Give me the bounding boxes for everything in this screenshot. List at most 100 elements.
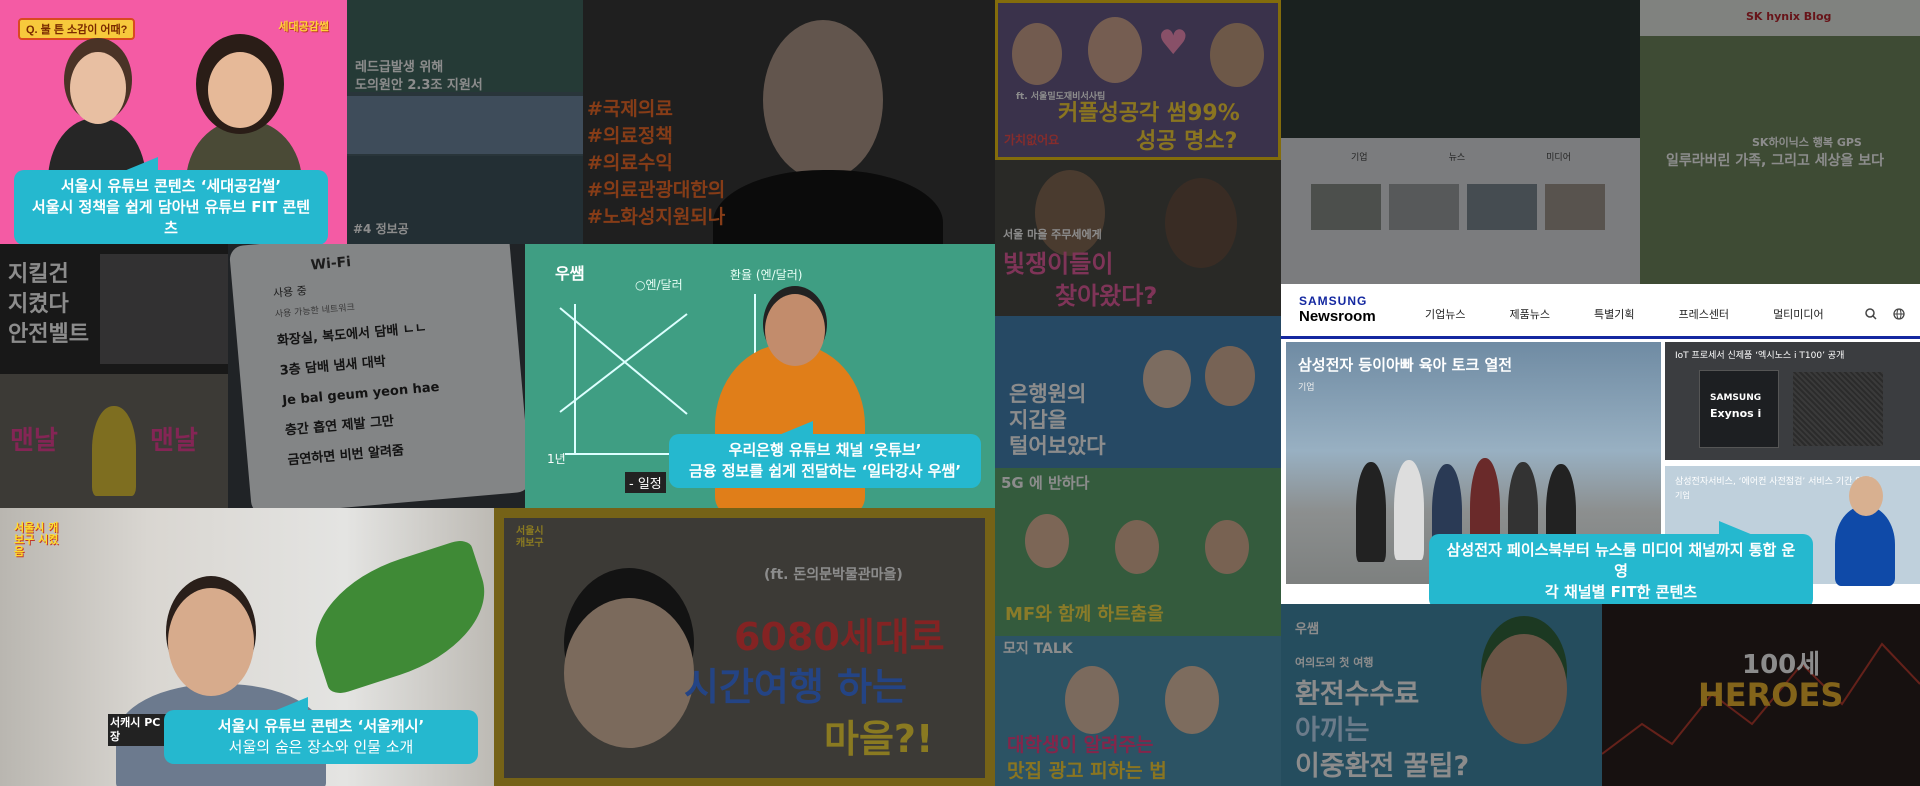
mozzi-line-2: 맛집 광고 피하는 법 <box>1007 760 1167 782</box>
nav-press-center[interactable]: 프레스센터 <box>1678 306 1729 322</box>
couple-person-3 <box>1210 23 1264 87</box>
sk-logo: SK hynix Blog <box>1746 10 1832 23</box>
banker-title-3: 털어보았다 <box>1009 434 1106 458</box>
fiveg-tile[interactable]: 5G 에 반하다 MF와 함께 하트춤을 <box>995 468 1281 636</box>
nav-features[interactable]: 특별기획 <box>1594 306 1634 322</box>
mozzi-tile[interactable]: 모지 TALK 대학생이 알려주는 맛집 광고 피하는 법 <box>995 636 1281 786</box>
site-card-4 <box>1545 184 1605 230</box>
timetravel-logo: 서울시 캐보구 <box>516 526 544 549</box>
technician-head <box>1849 476 1883 516</box>
callout-line-2: 서울의 숨은 장소와 인물 소개 <box>228 738 414 756</box>
guide-head <box>564 598 694 748</box>
nav-product-news[interactable]: 제품뉴스 <box>1509 306 1549 322</box>
hashtag-man-tile[interactable]: #국제의료 #의료정책 #의료수익 #의료관광대한의 #노화성지원되나 <box>583 0 995 244</box>
hashtag-3: #의료수익 <box>587 152 673 174</box>
woori-tile[interactable]: 우쌤 ○엔/달러 환율 (엔/달러) 1년 - 일정 우리은행 유튜브 채널 ‘… <box>525 244 995 508</box>
seoul-cache-tile[interactable]: 서울시 캐보구 시켰음 서캐시 PC 정장 서울시 유튜브 콘텐츠 ‘서울캐시’… <box>0 508 494 786</box>
callout-line-2: 각 채널별 FIT한 콘텐츠 <box>1544 583 1698 601</box>
heroes-tile[interactable]: 100세 HEROES <box>1602 604 1920 786</box>
exchange-line-2: 아끼는 <box>1295 715 1370 746</box>
woori-callout: 우리은행 유튜브 채널 ‘웃튜브’ 금융 정보를 쉽게 전달하는 ‘일타강사 우… <box>669 421 981 488</box>
callout-line-1: 서울시 유튜브 콘텐츠 ‘서울캐시’ <box>217 717 425 735</box>
exchange-tile[interactable]: 우쌤 여의도의 첫 여행 환전수수료 아끼는 이중환전 꿀팁? <box>1281 604 1602 786</box>
callout-line-2: 서울시 정책을 쉽게 담아낸 유튜브 FIT 콘텐츠 <box>31 198 311 237</box>
woori-subtitle: - 일정 <box>625 472 666 493</box>
hero-person-1 <box>1356 462 1386 562</box>
kid-caption-right: 맨날 <box>150 426 198 456</box>
hashtag-4: #의료관광대한의 <box>587 179 726 201</box>
couple-tile[interactable]: ♥ ft. 서울밀도재비서사팀 커플성공각 썸99% 성공 명소? 가치없어요 <box>995 0 1281 160</box>
hero-person-2 <box>1394 460 1424 560</box>
host-head <box>168 588 254 696</box>
seatbelt-tile[interactable]: 지킬건 지켰다 안전벨트 <box>0 244 228 374</box>
kid-caption-left: 맨날 <box>10 426 58 456</box>
news-collage-tile[interactable]: 레드급발생 위해 도의원안 2.3조 지원서 #4 정보공 <box>347 0 583 244</box>
busan-title-2: 찾아왔다? <box>1055 282 1158 310</box>
technician-figure <box>1835 506 1895 586</box>
couple-title-2: 성공 명소? <box>1136 129 1238 154</box>
timetravel-line-2: 시간여행 하는 <box>684 665 907 709</box>
side-article-1[interactable]: IoT 프로세서 신제품 ‘엑시노스 i T100’ 공개 SAMSUNG Ex… <box>1665 342 1920 460</box>
wifi-toggle-label: 사용 중 <box>272 284 308 301</box>
busan-person-2 <box>1165 178 1237 268</box>
running-kid-tile[interactable]: 맨날 맨날 <box>0 374 228 508</box>
exynos-chip <box>1793 372 1883 446</box>
heart-icon: ♥ <box>1158 23 1189 63</box>
banker-tile[interactable]: 은행원의 지갑을 털어보았다 <box>995 316 1281 468</box>
hashtag-2: #의료정책 <box>587 125 673 147</box>
globe-icon[interactable] <box>1893 308 1905 320</box>
samsung-newsroom-tile[interactable]: SAMSUNG Newsroom 기업뉴스 제품뉴스 특별기획 프레스센터 멀티… <box>1281 284 1920 604</box>
side-article-2-title: 삼성전자서비스, ‘에어컨 사전점검’ 서비스 기간 연장 <box>1675 477 1872 487</box>
seatbelt-line-1: 지킬건 <box>8 262 69 287</box>
site-tab-2[interactable]: 뉴스 <box>1449 150 1466 163</box>
seoul-generation-callout: 서울시 유튜브 콘텐츠 ‘세대공감썰’ 서울시 정책을 쉽게 담아낸 유튜브 F… <box>14 157 328 244</box>
exynos-brand: SAMSUNG <box>1710 393 1762 403</box>
newsroom-name: Newsroom <box>1299 308 1376 325</box>
site-tab-1[interactable]: 기업 <box>1351 150 1368 163</box>
hero-article-title: 삼성전자 등이아빠 육아 토크 열전 <box>1298 356 1513 374</box>
samsung-brand: SAMSUNG <box>1299 294 1368 308</box>
callout-line-1: 우리은행 유튜브 채널 ‘웃튜브’ <box>728 441 922 459</box>
wifi-tile[interactable]: Wi-Fi 사용 중 사용 가능한 네트워크 화장실, 복도에서 담배 ㄴㄴ 3… <box>228 244 525 508</box>
seatbelt-line-2: 지켰다 <box>8 292 69 317</box>
hashtag-list: #국제의료 #의료정책 #의료수익 #의료관광대한의 #노화성지원되나 <box>587 96 725 231</box>
newsroom-nav: 기업뉴스 제품뉴스 특별기획 프레스센터 멀티미디어 <box>1425 306 1824 322</box>
lecturer-head <box>765 294 825 366</box>
fiveg-title: 5G 에 반하다 <box>1001 474 1090 492</box>
fiveg-caption: MF와 함께 하트춤을 <box>1005 604 1164 625</box>
timetravel-tag: (ft. 돈의문박물관마을) <box>764 567 903 583</box>
news-tag: #4 정보공 <box>353 222 409 236</box>
seoul-generation-tile[interactable]: Q. 불 튼 소감이 어때? 세대공감썰 서울시 유튜브 콘텐츠 ‘세대공감썰’… <box>0 0 347 244</box>
dancer-1 <box>1025 514 1069 568</box>
man-head <box>763 20 883 180</box>
seatbelt-line-3: 안전벨트 <box>8 322 89 347</box>
search-icon[interactable] <box>1865 308 1877 320</box>
man-suit <box>713 170 943 244</box>
exynos-product: Exynos i <box>1710 407 1762 420</box>
site-tab-bar: 기업 뉴스 미디어 <box>1351 150 1571 163</box>
busan-tile[interactable]: 서울 마을 주무세에게 빛쟁이들이 찾아왔다? <box>995 160 1281 316</box>
couple-person-2 <box>1088 17 1142 83</box>
sk-blog-tile[interactable]: SK hynix Blog SK하이닉스 행복 GPS 일루라버린 가족, 그리… <box>1640 0 1920 284</box>
samsung-callout: 삼성전자 페이스북부터 뉴스룸 미디어 채널까지 통합 운영 각 채널별 FIT… <box>1429 521 1813 604</box>
side-article-1-title: IoT 프로세서 신제품 ‘엑시노스 i T100’ 공개 <box>1675 351 1845 361</box>
exchange-line-1: 환전수수료 <box>1295 679 1420 710</box>
wifi-section-label: 사용 가능한 네트워크 <box>274 302 356 320</box>
tech-site-tile[interactable]: 기업 뉴스 미디어 <box>1281 0 1640 284</box>
busan-caption: 서울 마을 주무세에게 <box>1003 228 1102 241</box>
exchange-tag: 여의도의 첫 여행 <box>1295 656 1374 669</box>
mozzi-title: 모지 TALK <box>1003 641 1073 657</box>
timetravel-tile[interactable]: 서울시 캐보구 (ft. 돈의문박물관마을) 6080세대로 시간여행 하는 마… <box>494 508 995 786</box>
wifi-header: Wi-Fi <box>310 254 352 274</box>
news-headline-1: 레드급발생 위해 <box>355 60 444 75</box>
couple-person-1 <box>1012 23 1062 85</box>
hashtag-5: #노화성지원되나 <box>587 206 726 228</box>
timetravel-line-1: 6080세대로 <box>734 615 945 659</box>
nav-multimedia[interactable]: 멀티미디어 <box>1773 306 1824 322</box>
nav-corporate-news[interactable]: 기업뉴스 <box>1425 306 1465 322</box>
callout-line-1: 서울시 유튜브 콘텐츠 ‘세대공감썰’ <box>60 177 282 195</box>
banker-person-2 <box>1205 346 1255 406</box>
hero-article-tag: 기업 <box>1298 383 1315 393</box>
site-tab-3[interactable]: 미디어 <box>1546 150 1571 163</box>
seoul-cache-callout: 서울시 유튜브 콘텐츠 ‘서울캐시’ 서울의 숨은 장소와 인물 소개 <box>164 697 478 764</box>
